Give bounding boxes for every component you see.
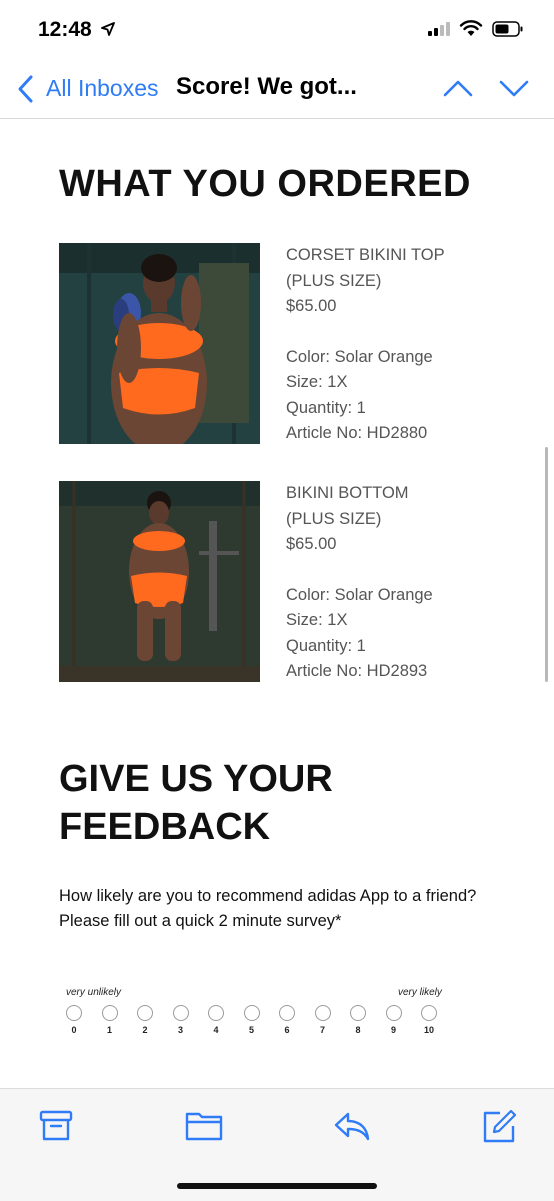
product-image[interactable] — [59, 481, 260, 682]
product-article: Article No: HD2893 — [286, 662, 428, 680]
radio-circle[interactable] — [350, 1005, 366, 1021]
next-message-icon[interactable] — [498, 78, 530, 98]
rating-option-7[interactable]: 7 — [311, 1005, 335, 1035]
ordered-heading: WHAT YOU ORDERED — [59, 163, 471, 205]
email-body[interactable]: WHAT YOU ORDERED CORSET BIKINI TOP (PLUS… — [0, 119, 554, 1088]
home-indicator[interactable] — [177, 1183, 377, 1189]
rating-option-9[interactable]: 9 — [382, 1005, 406, 1035]
email-subject: Score! We got... — [176, 73, 357, 100]
product-price: $65.00 — [286, 297, 337, 315]
rating-option-8[interactable]: 8 — [346, 1005, 370, 1035]
product-name: BIKINI BOTTOM — [286, 484, 409, 502]
product-price: $65.00 — [286, 535, 337, 553]
battery-icon — [492, 21, 523, 37]
radio-circle[interactable] — [208, 1005, 224, 1021]
status-bar: 12:48 — [0, 0, 554, 60]
radio-circle[interactable] — [314, 1005, 331, 1021]
feedback-heading: GIVE US YOUR FEEDBACK — [59, 755, 333, 851]
reply-icon[interactable] — [332, 1108, 372, 1144]
folder-icon[interactable] — [184, 1108, 224, 1144]
mail-nav-bar: All Inboxes Score! We got... — [0, 60, 554, 119]
rating-number: 6 — [284, 1025, 290, 1035]
rating-option-0[interactable]: 0 — [62, 1005, 86, 1035]
product-color: Color: Solar Orange — [286, 347, 433, 366]
rating-number: 0 — [71, 1025, 77, 1035]
rating-option-2[interactable]: 2 — [133, 1005, 157, 1035]
radio-circle[interactable] — [172, 1005, 189, 1021]
product-article: Article No: HD2880 — [286, 424, 428, 442]
rating-number: 3 — [177, 1025, 183, 1035]
feedback-heading-line: FEEDBACK — [59, 806, 271, 848]
rating-option-5[interactable]: 5 — [240, 1005, 264, 1035]
product-details: BIKINI BOTTOM (PLUS SIZE) $65.00 Color: … — [286, 481, 496, 685]
product-quantity: Quantity: 1 — [286, 398, 366, 417]
rating-option-1[interactable]: 1 — [98, 1005, 122, 1035]
radio-circle[interactable] — [66, 1005, 82, 1021]
product-quantity: Quantity: 1 — [286, 636, 366, 655]
product-name-suffix: (PLUS SIZE) — [286, 271, 382, 290]
back-chevron-icon[interactable] — [16, 74, 36, 104]
feedback-prompt: How likely are you to recommend adidas A… — [59, 887, 477, 930]
rating-number: 4 — [213, 1025, 219, 1035]
rating-option-4[interactable]: 4 — [204, 1005, 228, 1035]
product-name: CORSET BIKINI TOP — [286, 246, 445, 264]
rating-number: 1 — [106, 1025, 112, 1035]
rating-number: 7 — [319, 1025, 325, 1035]
compose-icon[interactable] — [480, 1108, 518, 1146]
product-size: Size: 1X — [286, 611, 348, 629]
product-name-suffix: (PLUS SIZE) — [286, 509, 382, 528]
rating-number: 8 — [355, 1025, 361, 1035]
wifi-icon — [459, 20, 483, 36]
scrollbar[interactable] — [545, 447, 548, 682]
product-image[interactable] — [59, 243, 260, 444]
scale-low-label: very unlikely — [66, 987, 122, 998]
back-button[interactable]: All Inboxes — [46, 75, 159, 102]
rating-number: 5 — [248, 1025, 254, 1035]
rating-option-6[interactable]: 6 — [275, 1005, 299, 1035]
location-arrow-icon — [101, 22, 115, 36]
status-time: 12:48 — [38, 18, 92, 41]
rating-number: 2 — [142, 1025, 148, 1035]
rating-number: 9 — [390, 1025, 396, 1035]
rating-option-10[interactable]: 10 — [417, 1005, 441, 1035]
product-size: Size: 1X — [286, 373, 348, 391]
product-color: Color: Solar Orange — [286, 585, 433, 604]
radio-circle[interactable] — [421, 1005, 437, 1021]
feedback-heading-line: GIVE US YOUR — [59, 758, 333, 800]
rating-option-3[interactable]: 3 — [169, 1005, 193, 1035]
scale-high-label: very likely — [398, 987, 442, 998]
radio-circle[interactable] — [385, 1005, 402, 1021]
radio-circle[interactable] — [137, 1005, 153, 1021]
archive-icon[interactable] — [38, 1108, 74, 1144]
radio-circle[interactable] — [279, 1005, 295, 1021]
product-details: CORSET BIKINI TOP (PLUS SIZE) $65.00 Col… — [286, 243, 496, 447]
radio-circle[interactable] — [243, 1005, 260, 1021]
previous-message-icon[interactable] — [442, 78, 474, 98]
radio-circle[interactable] — [101, 1005, 118, 1021]
rating-number: 10 — [423, 1025, 434, 1035]
nps-rating-scale: 0 1 2 3 4 5 6 7 8 9 10 — [62, 1005, 442, 1045]
cellular-signal-icon — [428, 22, 450, 36]
